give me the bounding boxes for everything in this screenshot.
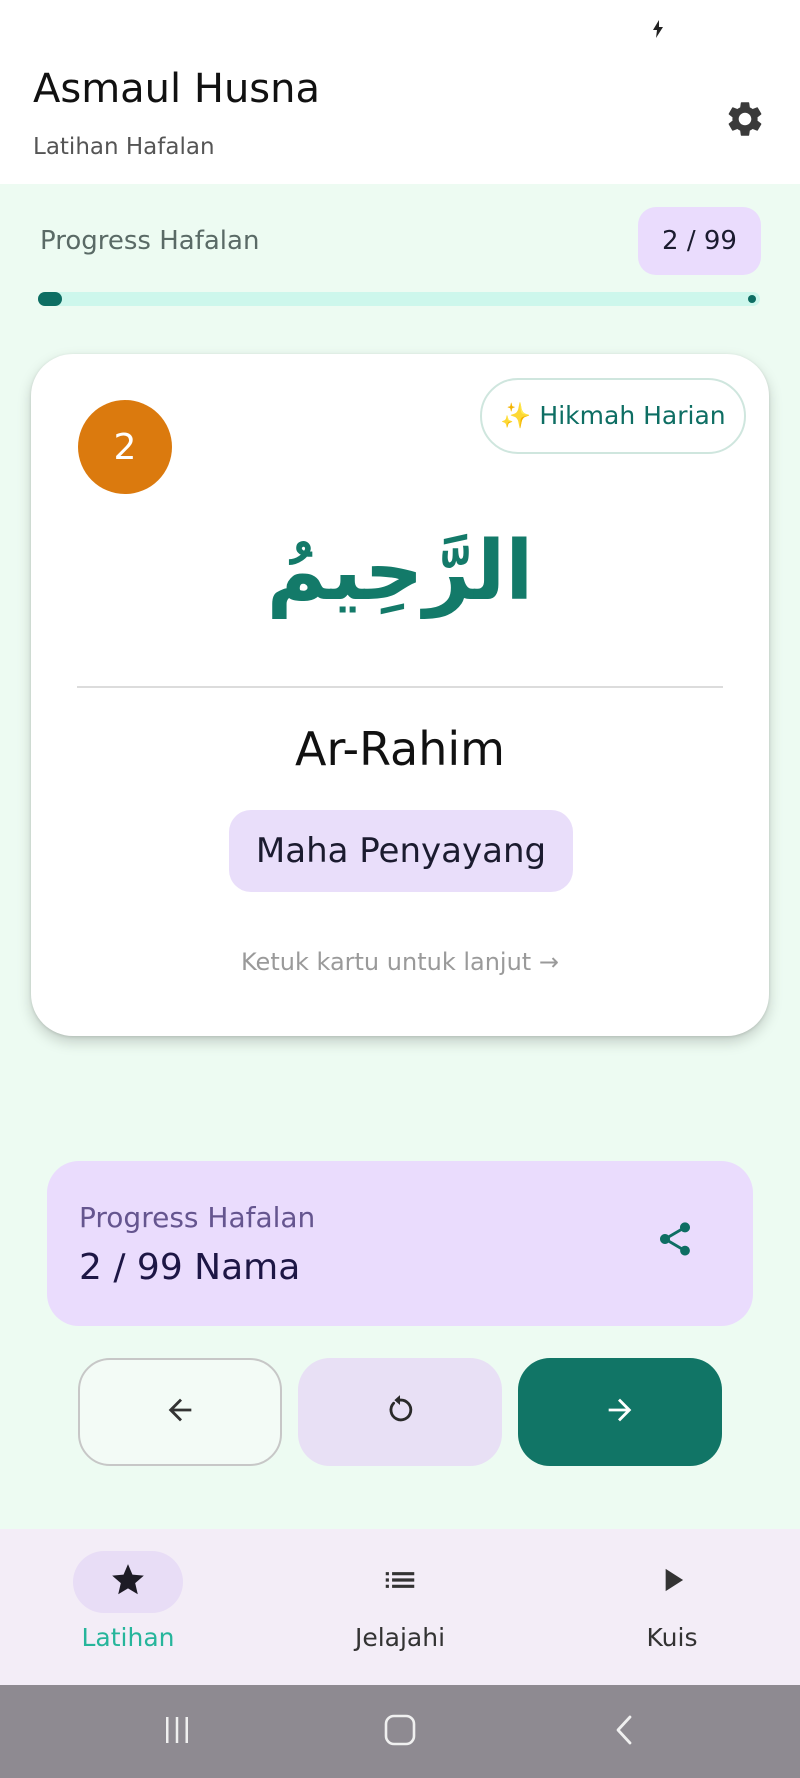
gear-icon	[724, 98, 766, 144]
recent-apps-icon	[160, 1713, 194, 1751]
settings-button[interactable]	[720, 96, 770, 146]
star-icon	[109, 1561, 147, 1603]
app-bar: Asmaul Husna Latihan Hafalan	[0, 56, 800, 184]
progress-bar-fill	[38, 292, 62, 306]
nav-label-latihan: Latihan	[81, 1623, 175, 1652]
home-button[interactable]	[377, 1709, 423, 1755]
tap-hint: Ketuk kartu untuk lanjut →	[241, 948, 559, 976]
nav-item-jelajahi[interactable]: Jelajahi	[300, 1529, 500, 1685]
latin-name: Ar-Rahim	[295, 722, 505, 776]
next-button[interactable]	[518, 1358, 722, 1466]
charging-bolt-icon	[652, 20, 664, 43]
card-divider	[77, 686, 723, 688]
list-icon	[381, 1561, 419, 1603]
flash-card[interactable]: 2 ✨ Hikmah Harian الرَّحِيمُ Ar-Rahim Ma…	[31, 354, 769, 1036]
progress-count-badge: 2 / 99	[638, 207, 761, 275]
arabic-name: الرَّحِيمُ	[266, 524, 534, 619]
summary-value: 2 / 99 Nama	[79, 1247, 301, 1288]
nav-label-jelajahi: Jelajahi	[354, 1623, 446, 1652]
nav-label-kuis: Kuis	[646, 1623, 698, 1652]
back-chevron-icon	[608, 1713, 642, 1751]
arrow-left-icon	[163, 1393, 197, 1431]
play-icon	[653, 1561, 691, 1603]
nav-item-kuis[interactable]: Kuis	[572, 1529, 772, 1685]
status-bar	[0, 0, 800, 56]
home-icon	[383, 1713, 417, 1751]
progress-bar-end-dot	[748, 295, 756, 303]
nav-icon-container	[617, 1551, 727, 1613]
meaning-badge: Maha Penyayang	[229, 810, 573, 892]
progress-bar	[38, 292, 760, 306]
share-icon	[655, 1219, 695, 1263]
name-number-badge: 2	[78, 400, 172, 494]
back-button[interactable]	[602, 1709, 648, 1755]
nav-icon-container	[345, 1551, 455, 1613]
bottom-navigation: Latihan Jelajahi Kuis	[0, 1529, 800, 1685]
share-button[interactable]	[647, 1213, 703, 1269]
progress-label: Progress Hafalan	[40, 226, 260, 256]
recent-apps-button[interactable]	[154, 1709, 200, 1755]
hikmah-harian-button[interactable]: ✨ Hikmah Harian	[480, 378, 746, 454]
previous-button[interactable]	[78, 1358, 282, 1466]
reset-button[interactable]	[298, 1358, 502, 1466]
nav-item-latihan[interactable]: Latihan	[28, 1529, 228, 1685]
summary-label: Progress Hafalan	[79, 1201, 316, 1234]
system-navigation-bar	[0, 1685, 800, 1778]
nav-active-indicator	[73, 1551, 183, 1613]
arrow-right-icon	[603, 1393, 637, 1431]
app-title: Asmaul Husna	[33, 66, 320, 112]
progress-summary-card: Progress Hafalan 2 / 99 Nama	[47, 1161, 753, 1326]
app-subtitle: Latihan Hafalan	[33, 134, 215, 160]
refresh-icon	[383, 1393, 417, 1431]
